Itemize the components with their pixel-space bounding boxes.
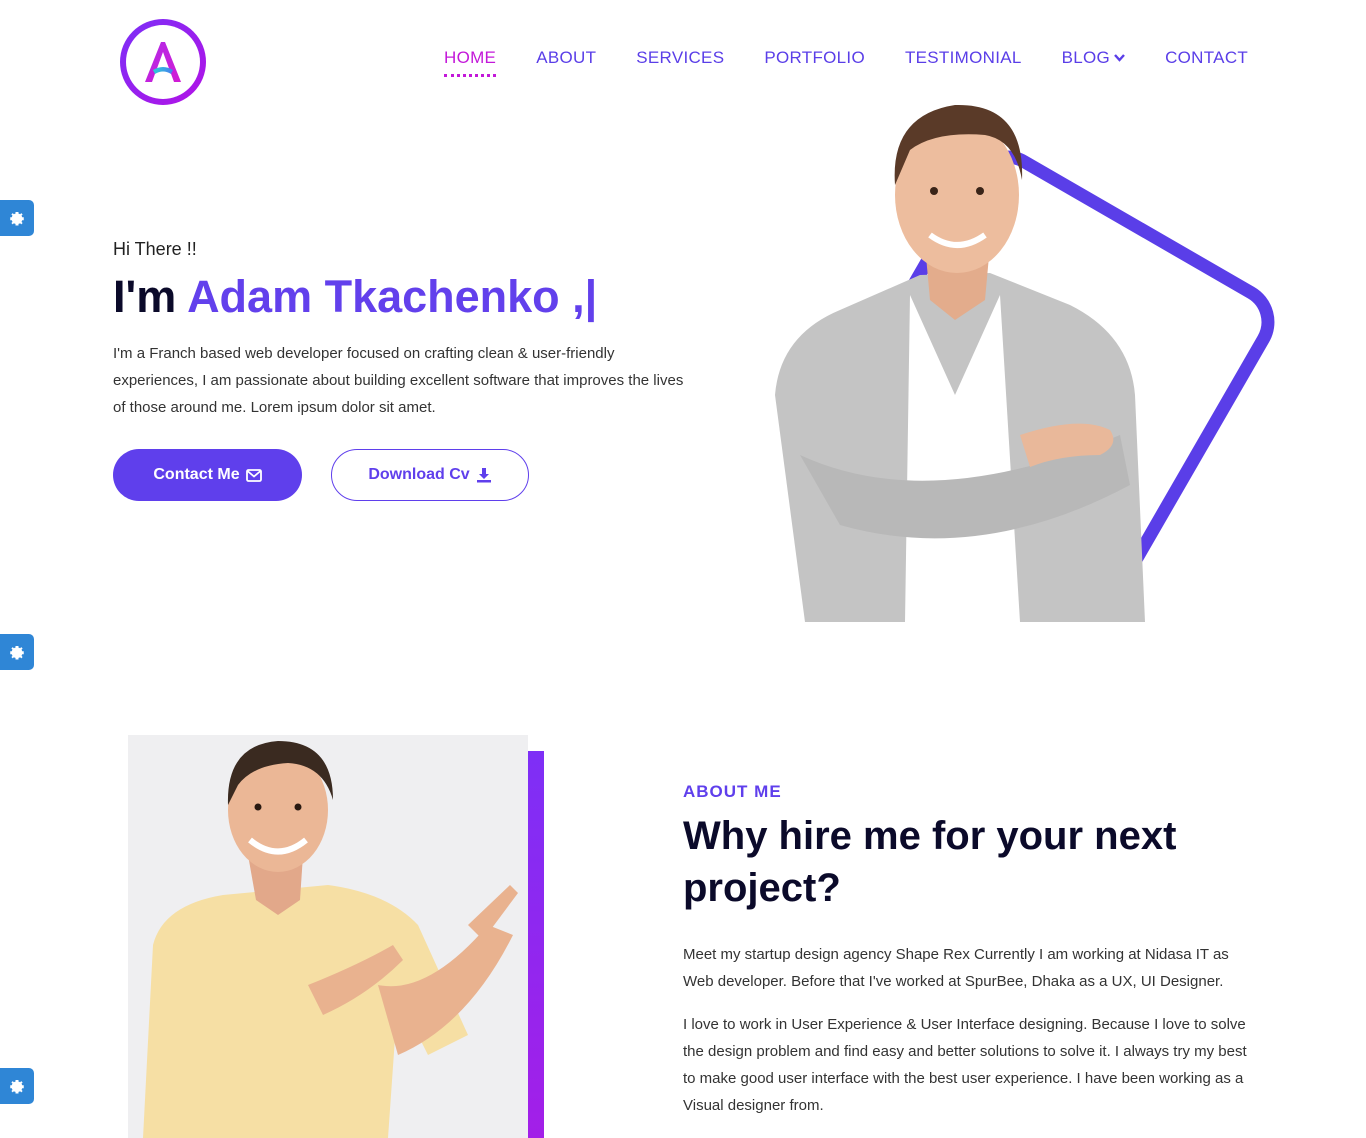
gear-icon: [10, 646, 24, 660]
nav-blog[interactable]: BLOG: [1062, 48, 1125, 68]
chevron-down-icon: [1114, 54, 1125, 62]
logo-a-icon: [145, 42, 181, 82]
about-title: Why hire me for your next project?: [683, 814, 1177, 910]
nav-about[interactable]: ABOUT: [536, 48, 596, 68]
hero-name: Adam Tkachenko ,|: [187, 271, 598, 322]
contact-me-label: Contact Me: [153, 466, 240, 483]
hero-title: I'm Adam Tkachenko ,|: [113, 271, 597, 323]
hero-title-prefix: I'm: [113, 271, 188, 322]
gear-icon: [10, 1080, 24, 1094]
main-nav: HOME ABOUT SERVICES PORTFOLIO TESTIMONIA…: [444, 48, 1248, 77]
download-cv-button[interactable]: Download Cv: [331, 449, 529, 501]
nav-home[interactable]: HOME: [444, 48, 497, 77]
settings-tab[interactable]: [0, 200, 34, 236]
download-cv-label: Download Cv: [368, 466, 470, 483]
about-accent-bar: [528, 751, 544, 1138]
nav-contact[interactable]: CONTACT: [1165, 48, 1248, 68]
settings-tab[interactable]: [0, 1068, 34, 1104]
about-portrait: [128, 735, 528, 1138]
about-portrait-art: [128, 735, 528, 1138]
site-logo[interactable]: [120, 19, 206, 105]
hero-portrait: [775, 104, 1275, 622]
download-icon: [476, 468, 491, 483]
gear-icon: [10, 212, 24, 226]
about-kicker: ABOUT ME: [683, 782, 782, 801]
about-paragraph-1: Meet my startup design agency Shape Rex …: [683, 946, 1229, 990]
hero-greeting: Hi There !!: [113, 239, 197, 259]
hero-description: I'm a Franch based web developer focused…: [113, 345, 684, 416]
about-paragraph-2: I love to work in User Experience & User…: [683, 1016, 1247, 1114]
contact-me-button[interactable]: Contact Me: [113, 449, 302, 501]
settings-tab[interactable]: [0, 634, 34, 670]
nav-testimonial[interactable]: TESTIMONIAL: [905, 48, 1022, 68]
envelope-icon: [245, 468, 262, 482]
nav-portfolio[interactable]: PORTFOLIO: [764, 48, 865, 68]
nav-services[interactable]: SERVICES: [636, 48, 724, 68]
